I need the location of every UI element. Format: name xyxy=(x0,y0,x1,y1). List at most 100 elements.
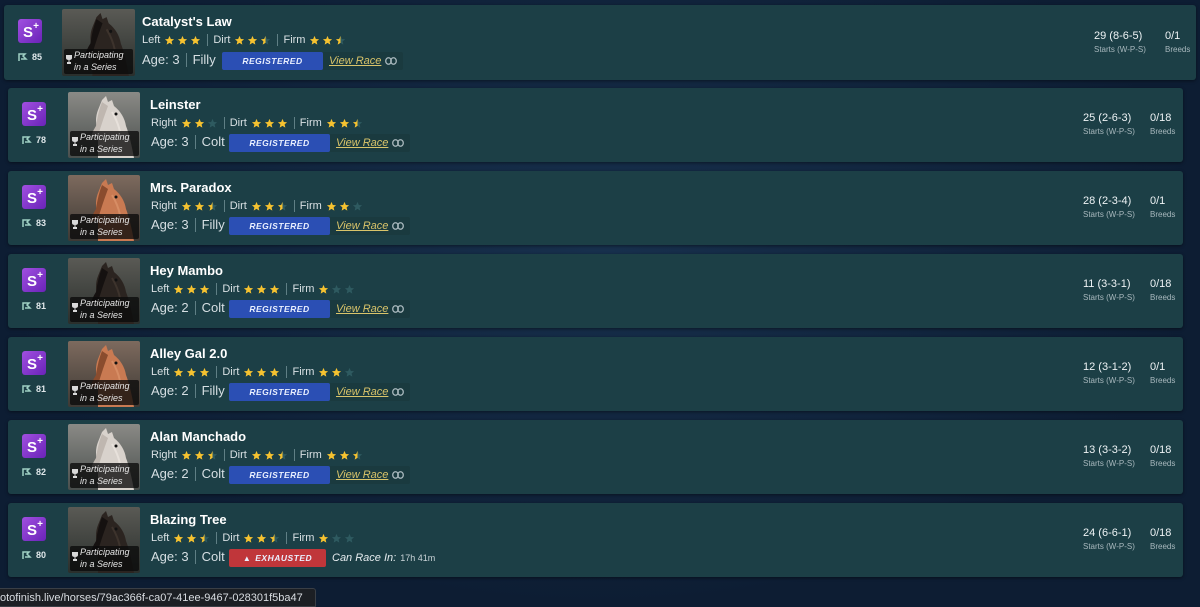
divider xyxy=(194,134,196,149)
series-line-1: Participating xyxy=(80,547,130,557)
horse-card[interactable]: S + 81 Participating in a Series Hey Mamb… xyxy=(8,254,1183,328)
view-race-group[interactable]: View Race xyxy=(330,217,411,235)
rating-badge: 78 xyxy=(22,135,46,145)
sex-label: Filly xyxy=(201,217,225,232)
horse-name[interactable]: Alan Manchado xyxy=(150,429,246,444)
star-rating xyxy=(181,450,218,461)
horse-card[interactable]: S + 85 Participating in a Series Catalyst… xyxy=(4,5,1196,80)
starts-value: 29 (8-6-5) xyxy=(1094,30,1143,42)
rating-flag-icon xyxy=(22,468,32,476)
surface-label: Left xyxy=(151,532,170,544)
surface-label: Firm xyxy=(299,449,322,461)
star-rating xyxy=(318,533,355,544)
starts-label: Starts (W-P-S) xyxy=(1083,127,1135,136)
surface-label: Dirt xyxy=(222,532,240,544)
rating-badge: 81 xyxy=(22,301,46,311)
series-line-1: Participating xyxy=(80,464,130,474)
horse-avatar[interactable]: Participating in a Series xyxy=(68,507,140,573)
rating-badge: 80 xyxy=(22,550,46,560)
horse-avatar[interactable]: Participating in a Series xyxy=(68,92,140,158)
horse-card[interactable]: S + 80 Participating in a Series Blazing … xyxy=(8,503,1183,577)
surface-left: Left xyxy=(151,532,210,544)
starts-stat: 25 (2-6-3) Starts (W-P-S) xyxy=(1083,112,1135,136)
series-tag: Participating in a Series xyxy=(70,297,139,322)
star-rating xyxy=(251,450,288,461)
view-race-group[interactable]: View Race xyxy=(323,52,404,70)
series-tag: Participating in a Series xyxy=(64,49,133,74)
status-badge: REGISTERED xyxy=(229,217,330,235)
sex-label: Colt xyxy=(201,549,225,564)
view-race-link[interactable]: View Race xyxy=(336,303,388,315)
starts-value: 28 (2-3-4) xyxy=(1083,195,1132,207)
starts-label: Starts (W-P-S) xyxy=(1083,293,1135,302)
horse-avatar[interactable]: Participating in a Series xyxy=(68,424,140,490)
breeds-label: Breeds xyxy=(1150,210,1176,219)
breeds-stat: 0/18 Breeds xyxy=(1150,527,1175,551)
age-label: Age: 3 xyxy=(142,52,180,67)
sex-label: Filly xyxy=(201,383,225,398)
splus-icon: S + xyxy=(22,268,46,292)
starts-value: 24 (6-6-1) xyxy=(1083,527,1132,539)
surface-firm: Firm xyxy=(277,34,346,46)
view-race-link[interactable]: View Race xyxy=(336,220,388,232)
star-rating xyxy=(318,367,355,378)
horse-card[interactable]: S + 78 Participating in a Series Leinster… xyxy=(8,88,1183,162)
rating-column: S + 85 xyxy=(4,5,60,80)
age-label: Age: 2 xyxy=(151,383,189,398)
divider xyxy=(194,300,196,315)
starts-value: 11 (3-3-1) xyxy=(1083,278,1131,290)
horse-name[interactable]: Alley Gal 2.0 xyxy=(150,346,227,361)
horse-card[interactable]: S + 81 Participating in a Series Alley Ga… xyxy=(8,337,1183,411)
horse-name[interactable]: Leinster xyxy=(150,97,201,112)
surface-left: Left xyxy=(142,34,201,46)
horse-card[interactable]: S + 83 Participating in a Series Mrs. Par… xyxy=(8,171,1183,245)
breeds-label: Breeds xyxy=(1150,293,1176,302)
age-label: Age: 3 xyxy=(151,217,189,232)
view-race-link[interactable]: View Race xyxy=(329,55,381,67)
surface-ratings: Left Dirt Firm xyxy=(138,34,346,46)
divider xyxy=(194,217,196,232)
view-race-group[interactable]: View Race xyxy=(330,300,411,318)
horse-avatar[interactable]: Participating in a Series xyxy=(68,341,140,407)
horse-card[interactable]: S + 82 Participating in a Series Alan Man… xyxy=(8,420,1183,494)
horse-avatar[interactable]: Participating in a Series xyxy=(68,258,140,324)
age-label: Age: 2 xyxy=(151,466,189,481)
surface-ratings: Left Dirt Firm xyxy=(147,532,355,544)
view-race-link[interactable]: View Race xyxy=(336,469,388,481)
view-race-group[interactable]: View Race xyxy=(330,134,411,152)
breeds-stat: 0/1 Breeds xyxy=(1150,195,1175,219)
splus-icon: S + xyxy=(22,185,46,209)
starts-label: Starts (W-P-S) xyxy=(1083,542,1135,551)
view-race-group[interactable]: View Race xyxy=(330,466,411,484)
divider xyxy=(194,549,196,564)
view-race-group[interactable]: View Race xyxy=(330,383,411,401)
surface-left: Left xyxy=(151,283,210,295)
horse-name[interactable]: Blazing Tree xyxy=(150,512,227,527)
star-rating xyxy=(243,284,280,295)
breeds-label: Breeds xyxy=(1150,542,1176,551)
view-race-link[interactable]: View Race xyxy=(336,137,388,149)
horse-avatar[interactable]: Participating in a Series xyxy=(62,9,135,76)
surface-label: Firm xyxy=(292,366,315,378)
series-line-1: Participating xyxy=(80,298,130,308)
series-tag: Participating in a Series xyxy=(70,546,139,571)
age-line: Age: 3 Colt xyxy=(147,549,225,564)
starts-label: Starts (W-P-S) xyxy=(1083,210,1135,219)
horse-name[interactable]: Catalyst's Law xyxy=(142,14,232,29)
link-icon xyxy=(392,222,405,230)
star-rating xyxy=(173,284,210,295)
surface-dirt: Dirt xyxy=(223,200,288,212)
surface-firm: Firm xyxy=(286,283,355,295)
star-rating xyxy=(243,533,280,544)
surface-firm: Firm xyxy=(293,200,363,212)
horse-avatar[interactable]: Participating in a Series xyxy=(68,175,140,241)
splus-icon: S + xyxy=(22,434,46,458)
breeds-stat: 0/1 Breeds xyxy=(1150,361,1175,385)
surface-dirt: Dirt xyxy=(216,283,280,295)
horse-name[interactable]: Hey Mambo xyxy=(150,263,223,278)
view-race-link[interactable]: View Race xyxy=(336,386,388,398)
breeds-value: 0/18 xyxy=(1150,444,1172,456)
divider xyxy=(194,466,196,481)
horse-name[interactable]: Mrs. Paradox xyxy=(150,180,232,195)
rating-flag-icon xyxy=(22,385,32,393)
